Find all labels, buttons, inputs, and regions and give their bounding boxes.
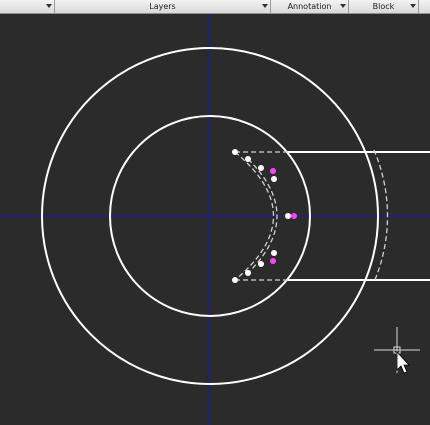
selected-grip-point[interactable] bbox=[291, 213, 297, 219]
grip-point[interactable] bbox=[245, 156, 251, 162]
ribbon-panel-layers[interactable]: Layers bbox=[55, 0, 271, 13]
selected-grip-point[interactable] bbox=[270, 168, 276, 174]
ribbon-panel-previous[interactable] bbox=[0, 0, 55, 13]
grip-point[interactable] bbox=[271, 250, 277, 256]
cad-application: Layers Annotation Block bbox=[0, 0, 430, 425]
ribbon-panel-label: Block bbox=[372, 2, 395, 11]
grip-point[interactable] bbox=[232, 277, 238, 283]
ribbon-panel-label: Annotation bbox=[287, 2, 332, 11]
ribbon-panel-titles: Layers Annotation Block bbox=[0, 0, 430, 14]
chevron-down-icon[interactable] bbox=[410, 4, 416, 8]
ribbon-panel-annotation[interactable]: Annotation bbox=[271, 0, 349, 13]
chevron-down-icon[interactable] bbox=[46, 4, 52, 8]
grip-point[interactable] bbox=[271, 176, 277, 182]
ribbon-panel-block[interactable]: Block bbox=[349, 0, 419, 13]
grip-point[interactable] bbox=[285, 213, 291, 219]
grip-point[interactable] bbox=[245, 270, 251, 276]
crosshair-arrow-cursor-icon bbox=[374, 327, 420, 374]
grip-point[interactable] bbox=[258, 261, 264, 267]
drawing-canvas[interactable] bbox=[0, 14, 430, 425]
ribbon-panel-label: Layers bbox=[149, 2, 176, 11]
grip-point[interactable] bbox=[232, 149, 238, 155]
chevron-down-icon[interactable] bbox=[340, 4, 346, 8]
grip-point[interactable] bbox=[258, 165, 264, 171]
ribbon-panel-next[interactable] bbox=[419, 0, 430, 13]
selected-grip-point[interactable] bbox=[270, 258, 276, 264]
drawing-svg[interactable] bbox=[0, 14, 430, 425]
chevron-down-icon[interactable] bbox=[262, 4, 268, 8]
